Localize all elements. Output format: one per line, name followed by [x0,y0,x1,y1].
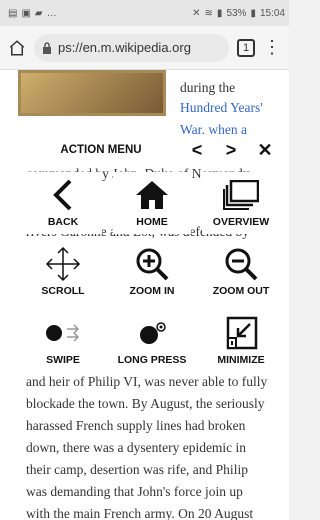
next-page-button[interactable]: > [216,134,246,166]
battery-percent: 53% [226,7,247,19]
signal-icon: ▮ [216,7,223,19]
zoom-in-icon [113,246,191,282]
notification-icon: ▤ [8,7,18,19]
zoom-out-button[interactable]: ZOOM OUT [202,241,280,303]
article-line: was demanding that John's force join up [26,484,243,499]
overview-icon [202,177,280,213]
long-press-icon [113,315,191,351]
tab-switcher-button[interactable]: 1 [237,38,255,57]
article-line: with the main French army. On 20 August [26,506,254,520]
zoom-out-icon [202,246,280,282]
scroll-label: SCROLL [41,285,85,297]
swipe-icon [24,315,102,351]
back-label: BACK [47,216,79,228]
article-line: during the [180,80,236,95]
status-bar: ▤ ▣ ▰ … ✕ ≋ ▮ 53% ▮ 15:04 [0,0,289,26]
article-line: harassed French supply lines had broken [26,418,246,433]
zoom-in-label: ZOOM IN [129,285,175,297]
article-line: and heir of Philip VI, was never able to… [26,374,268,389]
more-icon: … [46,7,57,19]
prev-page-button[interactable]: < [182,134,212,166]
overflow-menu-icon[interactable]: ⋮ [263,37,281,58]
wifi-icon: ≋ [204,7,213,19]
scroll-button[interactable]: SCROLL [24,241,102,303]
home-button[interactable]: HOME [113,172,191,234]
action-menu-title: ACTION MENU [24,134,178,166]
article-line: blockade the town. By August, the seriou… [26,396,265,411]
lock-icon [43,41,51,54]
swipe-label: SWIPE [46,354,80,366]
browser-toolbar: ps://en.m.wikipedia.org 1 ⋮ [0,26,289,70]
home-label: HOME [136,216,168,228]
clock: 15:04 [259,7,285,19]
back-button[interactable]: BACK [24,172,102,234]
image-icon: ▣ [21,7,31,19]
minimize-label: MINIMIZE [217,354,265,366]
swipe-button[interactable]: SWIPE [24,310,102,372]
notification-icons: ▤ ▣ ▰ … [8,8,57,19]
home-icon [113,177,191,213]
article-line: down, there was a dysentery epidemic in [26,440,247,455]
article-image [18,70,166,116]
url-field[interactable]: ps://en.m.wikipedia.org [34,33,229,62]
minimize-icon [202,315,280,351]
overview-label: OVERVIEW [212,216,270,228]
overview-button[interactable]: OVERVIEW [202,172,280,234]
action-menu-header: ACTION MENU < > ✕ [24,134,280,166]
article-link[interactable]: Hundred Years' [180,100,263,116]
url-text: ps://en.m.wikipedia.org [58,40,191,55]
message-icon: ▰ [34,7,43,19]
article-line: their camp, desertion was rife, and Phil… [26,462,248,477]
battery-icon: ▮ [250,7,256,19]
home-icon[interactable] [8,39,26,57]
minimize-button[interactable]: MINIMIZE [202,310,280,372]
close-button[interactable]: ✕ [250,134,280,166]
mute-icon: ✕ [192,7,201,19]
chevron-left-icon [24,177,102,213]
zoom-in-button[interactable]: ZOOM IN [113,241,191,303]
long-press-label: LONG PRESS [117,354,187,366]
scroll-arrows-icon [24,246,102,282]
zoom-out-label: ZOOM OUT [212,285,270,297]
long-press-button[interactable]: LONG PRESS [113,310,191,372]
